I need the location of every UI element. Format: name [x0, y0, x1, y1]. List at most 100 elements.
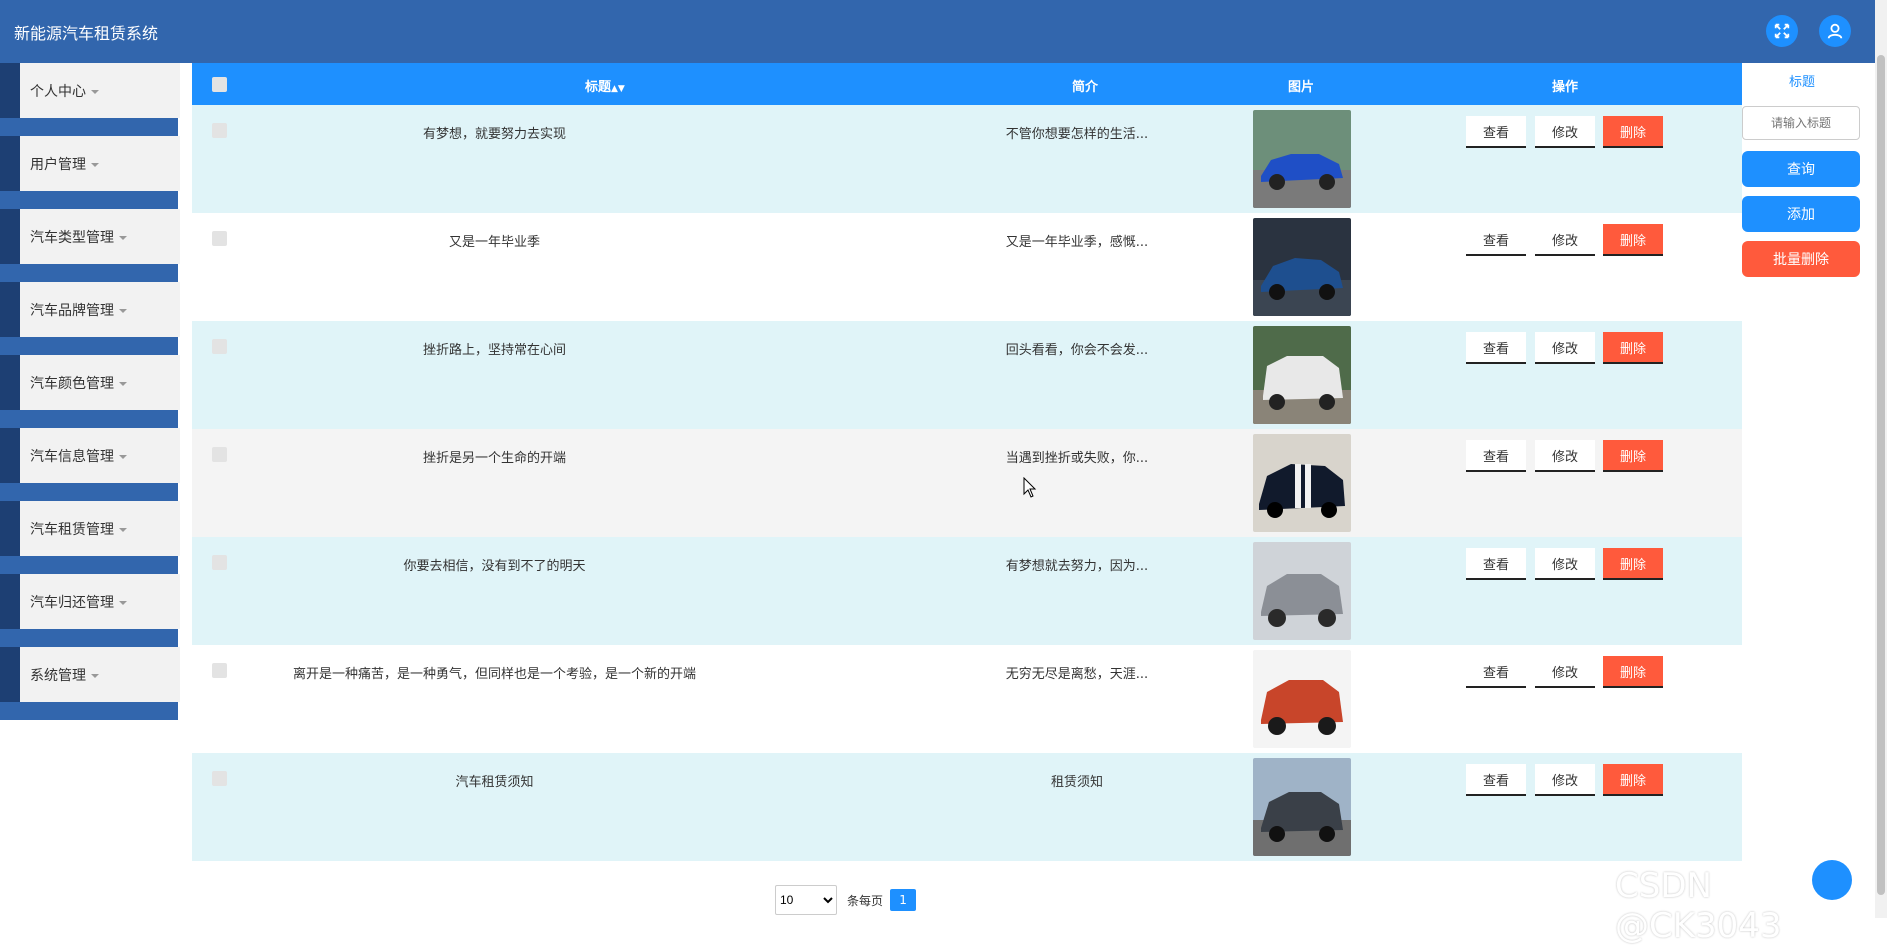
row-checkbox[interactable] [212, 231, 227, 246]
sidebar-item-label: 汽车归还管理 [30, 592, 127, 612]
view-button[interactable]: 查看 [1466, 116, 1526, 148]
caret-down-icon [91, 163, 99, 167]
sidebar-item-car-rental[interactable]: 汽车租赁管理 [0, 501, 180, 574]
edit-button[interactable]: 修改 [1535, 764, 1595, 796]
delete-button[interactable]: 删除 [1603, 332, 1663, 364]
edit-button[interactable]: 修改 [1535, 656, 1595, 688]
row-checkbox[interactable] [212, 447, 227, 462]
sidebar-item-label: 汽车租赁管理 [30, 519, 127, 539]
delete-button[interactable]: 删除 [1603, 224, 1663, 256]
sidebar-item-user-management[interactable]: 用户管理 [0, 136, 180, 209]
page-number-button[interactable]: 1 [890, 889, 917, 911]
table-row: 又是一年毕业季 又是一年毕业季，感慨... 查看 修改 删除 [192, 213, 1742, 321]
caret-down-icon [119, 601, 127, 605]
sidebar-item-car-type[interactable]: 汽车类型管理 [0, 209, 180, 282]
sidebar-item-car-brand[interactable]: 汽车品牌管理 [0, 282, 180, 355]
title-search-input[interactable] [1742, 106, 1860, 140]
column-header-title[interactable]: 标题▲▼ [585, 76, 625, 95]
delete-button[interactable]: 删除 [1603, 764, 1663, 796]
row-title: 离开是一种痛苦，是一种勇气，但同样也是一个考验，是一个新的开端 [292, 667, 696, 682]
per-page-label: 条每页 [847, 893, 884, 908]
user-icon [1827, 23, 1843, 39]
sidebar: 个人中心 用户管理 汽车类型管理 汽车品牌管理 汽车颜色管理 汽车信息管理 汽车… [0, 63, 180, 720]
view-button[interactable]: 查看 [1466, 548, 1526, 580]
row-title: 你要去相信，没有到不了的明天 [403, 559, 586, 574]
table-row: 离开是一种痛苦，是一种勇气，但同样也是一个考验，是一个新的开端 无穷无尽是离愁，… [192, 645, 1742, 753]
delete-button[interactable]: 删除 [1603, 440, 1663, 472]
edit-button[interactable]: 修改 [1535, 548, 1595, 580]
user-menu-button[interactable] [1819, 15, 1851, 47]
page-size-select[interactable]: 10 [775, 885, 837, 915]
row-checkbox[interactable] [212, 123, 227, 138]
row-title: 有梦想，就要努力去实现 [422, 127, 566, 142]
sidebar-item-label: 用户管理 [30, 154, 99, 174]
sidebar-item-personal-center[interactable]: 个人中心 [0, 63, 180, 136]
row-intro: 不管你想要怎样的生活... [1005, 127, 1149, 142]
add-button[interactable]: 添加 [1742, 196, 1860, 232]
car-image[interactable] [1253, 758, 1351, 856]
scrollbar-thumb[interactable] [1877, 55, 1885, 895]
edit-button[interactable]: 修改 [1535, 224, 1595, 256]
table-row: 汽车租赁须知 租赁须知 查看 修改 删除 [192, 753, 1742, 861]
delete-button[interactable]: 删除 [1603, 548, 1663, 580]
row-intro: 租赁须知 [1050, 775, 1103, 790]
data-table: 标题▲▼ 简介 图片 操作 有梦想，就要努力去实现 不管你想要怎样的生活... … [192, 63, 1742, 861]
select-all-checkbox[interactable] [212, 77, 227, 92]
row-checkbox[interactable] [212, 663, 227, 678]
car-image[interactable] [1253, 542, 1351, 640]
sidebar-item-label: 汽车信息管理 [30, 446, 127, 466]
sidebar-item-label: 汽车类型管理 [30, 227, 127, 247]
car-image[interactable] [1253, 434, 1351, 532]
edit-button[interactable]: 修改 [1535, 332, 1595, 364]
delete-button[interactable]: 删除 [1603, 116, 1663, 148]
delete-button[interactable]: 删除 [1603, 656, 1663, 688]
table-row: 有梦想，就要努力去实现 不管你想要怎样的生活... 查看 修改 删除 [192, 105, 1742, 213]
caret-down-icon [119, 309, 127, 313]
batch-delete-button[interactable]: 批量删除 [1742, 241, 1860, 277]
fullscreen-button[interactable] [1766, 15, 1798, 47]
view-button[interactable]: 查看 [1466, 332, 1526, 364]
row-title: 汽车租赁须知 [455, 775, 534, 790]
sidebar-item-car-return[interactable]: 汽车归还管理 [0, 574, 180, 647]
search-title-label: 标题 [1788, 75, 1815, 90]
sidebar-item-system[interactable]: 系统管理 [0, 647, 180, 720]
column-header-image: 图片 [1288, 80, 1315, 95]
row-title: 挫折是另一个生命的开端 [422, 451, 566, 466]
vertical-scrollbar[interactable] [1875, 0, 1887, 918]
sidebar-item-car-color[interactable]: 汽车颜色管理 [0, 355, 180, 428]
row-checkbox[interactable] [212, 339, 227, 354]
row-checkbox[interactable] [212, 555, 227, 570]
query-button[interactable]: 查询 [1742, 151, 1860, 187]
app-title: 新能源汽车租赁系统 [14, 24, 159, 43]
watermark: CSDN @CK3043 [1615, 866, 1782, 946]
view-button[interactable]: 查看 [1466, 224, 1526, 256]
sort-icon[interactable]: ▲▼ [611, 84, 625, 94]
sidebar-item-car-info[interactable]: 汽车信息管理 [0, 428, 180, 501]
car-image[interactable] [1253, 110, 1351, 208]
view-button[interactable]: 查看 [1466, 440, 1526, 472]
caret-down-icon [119, 528, 127, 532]
view-button[interactable]: 查看 [1466, 764, 1526, 796]
column-header-intro: 简介 [1072, 80, 1099, 95]
edit-button[interactable]: 修改 [1535, 440, 1595, 472]
edit-button[interactable]: 修改 [1535, 116, 1595, 148]
car-image[interactable] [1253, 218, 1351, 316]
row-intro: 无穷无尽是离愁，天涯... [1005, 667, 1149, 682]
caret-down-icon [91, 674, 99, 678]
caret-down-icon [119, 236, 127, 240]
table-header: 标题▲▼ 简介 图片 操作 [192, 63, 1742, 105]
mouse-cursor-icon [1023, 477, 1037, 498]
car-image[interactable] [1253, 326, 1351, 424]
view-button[interactable]: 查看 [1466, 656, 1526, 688]
caret-down-icon [119, 382, 127, 386]
row-intro: 有梦想就去努力，因为... [1005, 559, 1149, 574]
top-bar: 新能源汽车租赁系统 [0, 0, 1875, 63]
row-title: 挫折路上，坚持常在心间 [422, 343, 566, 358]
sidebar-item-label: 个人中心 [30, 81, 99, 101]
pagination: 10 条每页 1 [775, 885, 917, 915]
sidebar-item-label: 汽车品牌管理 [30, 300, 127, 320]
table-row: 挫折路上，坚持常在心间 回头看看，你会不会发... 查看 修改 删除 [192, 321, 1742, 429]
row-checkbox[interactable] [212, 771, 227, 786]
car-image[interactable] [1253, 650, 1351, 748]
row-intro: 又是一年毕业季，感慨... [1005, 235, 1149, 250]
